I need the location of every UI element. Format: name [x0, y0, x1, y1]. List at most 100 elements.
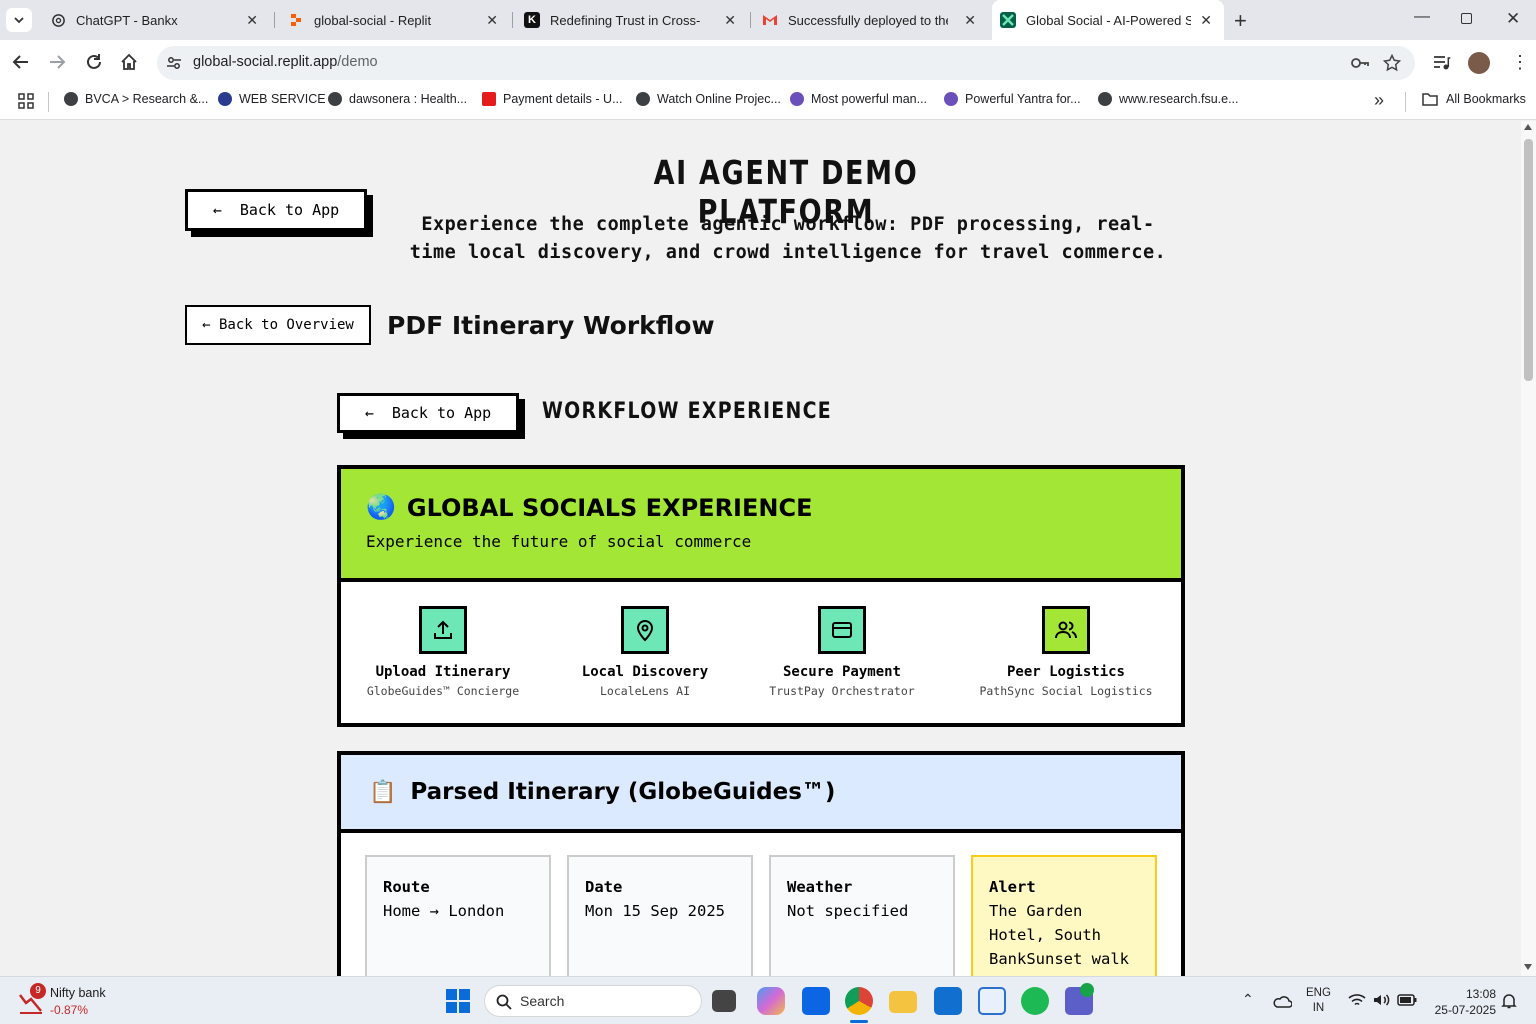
globe-emoji-icon: 🌏: [366, 494, 396, 521]
reload-icon[interactable]: [85, 53, 103, 71]
password-key-icon[interactable]: [1350, 56, 1370, 70]
bookmark-item[interactable]: Watch Online Projec...: [636, 92, 781, 106]
credit-card-icon: [818, 606, 866, 654]
language-indicator[interactable]: ENG IN: [1306, 986, 1331, 1016]
date-card: Date Mon 15 Sep 2025: [567, 855, 753, 976]
more-bookmarks-chevron-icon[interactable]: »: [1374, 90, 1384, 111]
back-to-app-button[interactable]: ← Back to App: [185, 189, 367, 231]
feature-title: Upload Itinerary: [375, 664, 511, 680]
clipboard-emoji-icon: 📋: [369, 779, 397, 804]
chrome-menu-icon[interactable]: ⋮: [1511, 52, 1529, 72]
file-explorer-icon[interactable]: [889, 991, 917, 1013]
battery-icon[interactable]: [1397, 994, 1417, 1006]
volume-icon[interactable]: [1373, 993, 1391, 1007]
globe-icon: [1098, 92, 1112, 106]
close-icon[interactable]: ✕: [486, 12, 498, 29]
notification-bell-icon[interactable]: [1501, 993, 1517, 1009]
close-icon[interactable]: ✕: [724, 12, 736, 29]
windows-start-icon[interactable]: [446, 989, 470, 1013]
site-settings-icon[interactable]: [166, 55, 182, 71]
page-scrollbar[interactable]: [1521, 121, 1536, 976]
upload-icon: [419, 606, 467, 654]
chrome-icon[interactable]: [845, 987, 873, 1015]
home-icon[interactable]: [120, 53, 138, 71]
feature-upload-itinerary[interactable]: Upload Itinerary GlobeGuides™ Concierge: [343, 606, 543, 698]
feature-subtitle: LocaleLens AI: [599, 684, 690, 698]
search-icon: [496, 994, 512, 1010]
tab-gmail[interactable]: Successfully deployed to the fo ✕: [752, 0, 988, 40]
bookmark-item[interactable]: Most powerful man...: [790, 92, 927, 106]
back-to-app-button-secondary[interactable]: ← Back to App: [337, 393, 519, 433]
om-icon: [944, 92, 958, 106]
om-icon: [790, 92, 804, 106]
tab-chatgpt[interactable]: ChatGPT - Bankx ✕: [40, 0, 270, 40]
maximize-button[interactable]: [1461, 13, 1472, 24]
address-bar[interactable]: global-social.replit.app/demo: [157, 46, 1415, 80]
clock-date: 25-07-2025: [1434, 1003, 1496, 1017]
profile-avatar[interactable]: [1468, 52, 1490, 74]
scroll-down-arrow-icon[interactable]: [1524, 964, 1532, 970]
clock-time: 13:08: [1465, 987, 1496, 1001]
bookmark-item[interactable]: Powerful Yantra for...: [944, 92, 1081, 106]
route-card: Route Home → London: [365, 855, 551, 976]
forward-arrow-icon[interactable]: [48, 54, 66, 70]
stock-badge: 9: [30, 983, 46, 999]
scrollbar-thumb[interactable]: [1524, 139, 1533, 381]
show-hidden-icons-chevron-icon[interactable]: ⌃: [1242, 991, 1254, 1008]
stock-widget[interactable]: 9 Nifty bank -0.87%: [16, 983, 136, 1019]
snipping-tool-icon[interactable]: [978, 987, 1006, 1015]
minimize-button[interactable]: —: [1414, 8, 1430, 26]
spotify-icon[interactable]: [1021, 987, 1049, 1015]
tab-replit[interactable]: global-social - Replit ✕: [278, 0, 510, 40]
copilot-icon[interactable]: [757, 987, 785, 1015]
microsoft-store-icon[interactable]: [934, 987, 962, 1015]
map-pin-icon: [621, 606, 669, 654]
tab-title: Global Social - AI-Powered Soc: [1026, 12, 1191, 28]
global-social-icon: [1000, 12, 1016, 28]
all-bookmarks-button[interactable]: All Bookmarks: [1422, 92, 1526, 106]
back-to-overview-button[interactable]: ← Back to Overview: [185, 305, 371, 345]
bookmarks-bar: BVCA > Research &... WEB SERVICE dawsone…: [0, 84, 1536, 120]
clock[interactable]: 13:08 25-07-2025: [1426, 986, 1496, 1018]
tab-redefining-trust[interactable]: K Redefining Trust in Cross-Borde ✕: [514, 0, 748, 40]
apps-grid-icon[interactable]: [18, 93, 34, 109]
taskbar-search-box[interactable]: Search: [484, 985, 702, 1017]
bookmark-item[interactable]: Payment details - U...: [482, 92, 623, 106]
tab-title: Successfully deployed to the fo: [788, 12, 948, 28]
bookmark-item[interactable]: dawsonera : Health...: [328, 92, 467, 106]
scroll-up-arrow-icon[interactable]: [1524, 124, 1532, 130]
globe-icon: [64, 92, 78, 106]
alert-card: Alert The Garden Hotel, South BankSunset…: [971, 855, 1157, 976]
feature-secure-payment[interactable]: Secure Payment TrustPay Orchestrator: [742, 606, 942, 698]
close-icon[interactable]: ✕: [1200, 12, 1212, 29]
global-socials-tagline: Experience the future of social commerce: [366, 532, 752, 551]
folder-icon: [1422, 92, 1438, 106]
parsed-itinerary-header: 📋 Parsed Itinerary (GlobeGuides™): [341, 755, 1181, 833]
close-icon[interactable]: ✕: [964, 12, 976, 29]
tab-search-button[interactable]: [6, 8, 32, 32]
task-view-icon[interactable]: [712, 990, 736, 1012]
info-value: Mon 15 Sep 2025: [585, 902, 725, 920]
bookmark-item[interactable]: BVCA > Research &...: [64, 92, 208, 106]
info-value: The Garden Hotel, South BankSunset walk …: [989, 902, 1129, 976]
feature-local-discovery[interactable]: Local Discovery LocaleLens AI: [545, 606, 745, 698]
feature-peer-logistics[interactable]: Peer Logistics PathSync Social Logistics: [956, 606, 1176, 698]
bookmark-item[interactable]: WEB SERVICE: [218, 92, 326, 106]
trello-icon[interactable]: [802, 987, 830, 1015]
wifi-icon[interactable]: [1348, 993, 1366, 1007]
onedrive-icon[interactable]: [1272, 994, 1292, 1008]
weather-card: Weather Not specified: [769, 855, 955, 976]
close-icon[interactable]: ✕: [246, 12, 258, 29]
media-controls-icon[interactable]: [1433, 55, 1451, 71]
window-close-button[interactable]: ✕: [1506, 9, 1520, 29]
feature-title: Local Discovery: [581, 664, 709, 680]
back-arrow-icon[interactable]: [12, 54, 30, 70]
url-text: global-social.replit.app/demo: [193, 54, 378, 70]
page-content: AI AGENT DEMO PLATFORM ← Back to App Expe…: [0, 121, 1521, 976]
new-tab-button[interactable]: +: [1234, 8, 1247, 34]
tab-global-social[interactable]: Global Social - AI-Powered Soc ✕: [992, 0, 1224, 40]
replit-icon: [288, 12, 304, 28]
arrow-left-icon: ←: [364, 404, 374, 422]
bookmark-star-icon[interactable]: [1383, 54, 1401, 72]
bookmark-item[interactable]: www.research.fsu.e...: [1098, 92, 1239, 106]
